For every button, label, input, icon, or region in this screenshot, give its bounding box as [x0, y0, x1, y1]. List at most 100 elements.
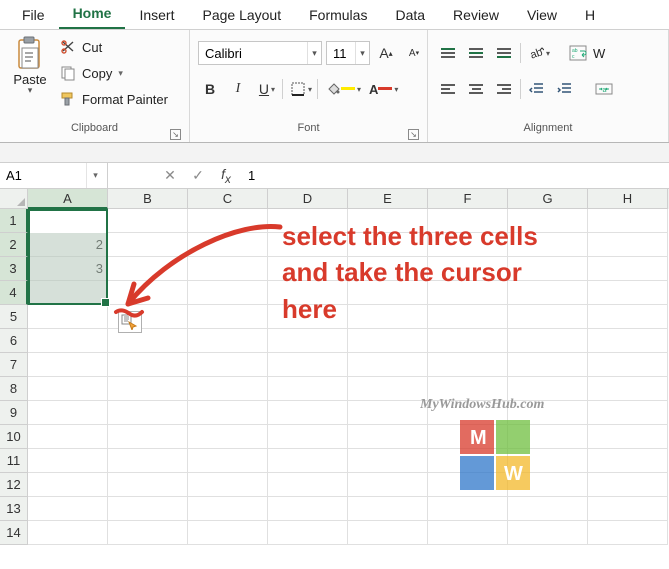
cell[interactable]: [588, 473, 668, 497]
paste-button[interactable]: Paste ▾: [8, 34, 52, 96]
tab-review[interactable]: Review: [439, 1, 513, 29]
cell[interactable]: [28, 497, 108, 521]
cell[interactable]: [348, 401, 428, 425]
copy-button[interactable]: Copy ▾: [58, 62, 170, 84]
cell[interactable]: [508, 353, 588, 377]
insert-function-button[interactable]: fx: [212, 163, 240, 188]
row-header[interactable]: 2: [0, 233, 28, 257]
format-painter-button[interactable]: Format Painter: [58, 88, 170, 110]
column-header-g[interactable]: G: [508, 189, 588, 209]
cell[interactable]: [108, 473, 188, 497]
cell[interactable]: [188, 281, 268, 305]
cell[interactable]: [588, 329, 668, 353]
tab-more[interactable]: H: [571, 1, 609, 29]
cell[interactable]: [428, 425, 508, 449]
cell[interactable]: [348, 449, 428, 473]
column-header-d[interactable]: D: [268, 189, 348, 209]
cell[interactable]: [348, 329, 428, 353]
row-header[interactable]: 8: [0, 377, 28, 401]
cell[interactable]: [268, 401, 348, 425]
cell[interactable]: [188, 257, 268, 281]
cell[interactable]: [188, 449, 268, 473]
align-center-button[interactable]: [464, 77, 488, 101]
cell[interactable]: [108, 257, 188, 281]
row-header[interactable]: 11: [0, 449, 28, 473]
font-size-select[interactable]: ▾: [326, 41, 370, 65]
font-dialog-launcher[interactable]: ↘: [408, 129, 419, 140]
cell[interactable]: [268, 353, 348, 377]
tab-insert[interactable]: Insert: [125, 1, 188, 29]
column-header-f[interactable]: F: [428, 189, 508, 209]
cell[interactable]: [268, 449, 348, 473]
font-size-input[interactable]: [327, 42, 355, 64]
cell[interactable]: [428, 449, 508, 473]
cell[interactable]: [428, 353, 508, 377]
cell[interactable]: [428, 401, 508, 425]
row-header[interactable]: 12: [0, 473, 28, 497]
tab-formulas[interactable]: Formulas: [295, 1, 381, 29]
select-all-corner[interactable]: [0, 189, 28, 209]
cell[interactable]: [188, 425, 268, 449]
cell-a2[interactable]: 2: [28, 233, 108, 257]
cell[interactable]: [428, 473, 508, 497]
italic-button[interactable]: I: [226, 77, 250, 101]
clipboard-dialog-launcher[interactable]: ↘: [170, 129, 181, 140]
cell[interactable]: [588, 233, 668, 257]
cell[interactable]: [588, 353, 668, 377]
chevron-down-icon[interactable]: ▾: [307, 42, 321, 64]
cell[interactable]: [508, 473, 588, 497]
cell[interactable]: [108, 233, 188, 257]
column-header-a[interactable]: A: [28, 189, 108, 209]
cell[interactable]: [108, 497, 188, 521]
row-header[interactable]: 3: [0, 257, 28, 281]
tab-data[interactable]: Data: [381, 1, 439, 29]
underline-button[interactable]: U▾: [254, 77, 278, 101]
column-header-b[interactable]: B: [108, 189, 188, 209]
cell[interactable]: [28, 473, 108, 497]
cut-button[interactable]: Cut: [58, 36, 170, 58]
cell[interactable]: [268, 497, 348, 521]
row-header[interactable]: 5: [0, 305, 28, 329]
cell[interactable]: [28, 305, 108, 329]
cell[interactable]: [508, 329, 588, 353]
cell[interactable]: [268, 425, 348, 449]
cell[interactable]: [108, 521, 188, 545]
cell[interactable]: [428, 521, 508, 545]
cell[interactable]: [348, 497, 428, 521]
cell-a1[interactable]: 1: [28, 209, 108, 233]
row-header[interactable]: 6: [0, 329, 28, 353]
cell[interactable]: [188, 353, 268, 377]
decrease-indent-button[interactable]: [525, 77, 549, 101]
cell[interactable]: [588, 377, 668, 401]
align-top-button[interactable]: [436, 41, 460, 65]
cell[interactable]: [588, 425, 668, 449]
fill-color-button[interactable]: ▾: [322, 77, 362, 101]
name-box-input[interactable]: [0, 168, 86, 183]
cell[interactable]: [348, 425, 428, 449]
cell[interactable]: [348, 473, 428, 497]
cell[interactable]: [28, 425, 108, 449]
borders-button[interactable]: ▾: [287, 77, 313, 101]
cell[interactable]: [188, 401, 268, 425]
cell[interactable]: [508, 425, 588, 449]
cell[interactable]: [348, 521, 428, 545]
cell-a3[interactable]: 3: [28, 257, 108, 281]
cell[interactable]: [428, 329, 508, 353]
cell[interactable]: [348, 377, 428, 401]
align-right-button[interactable]: [492, 77, 516, 101]
cell[interactable]: [28, 329, 108, 353]
font-name-select[interactable]: ▾: [198, 41, 322, 65]
row-header[interactable]: 1: [0, 209, 28, 233]
merge-center-button[interactable]: a: [595, 77, 613, 101]
font-name-input[interactable]: [199, 42, 307, 64]
cell[interactable]: [188, 233, 268, 257]
cell[interactable]: [508, 497, 588, 521]
cell[interactable]: [268, 473, 348, 497]
increase-font-size-button[interactable]: A▴: [374, 41, 398, 65]
row-header[interactable]: 9: [0, 401, 28, 425]
cell[interactable]: [108, 425, 188, 449]
cell[interactable]: [188, 209, 268, 233]
chevron-down-icon[interactable]: ▾: [355, 42, 369, 64]
column-header-c[interactable]: C: [188, 189, 268, 209]
cell[interactable]: [508, 449, 588, 473]
